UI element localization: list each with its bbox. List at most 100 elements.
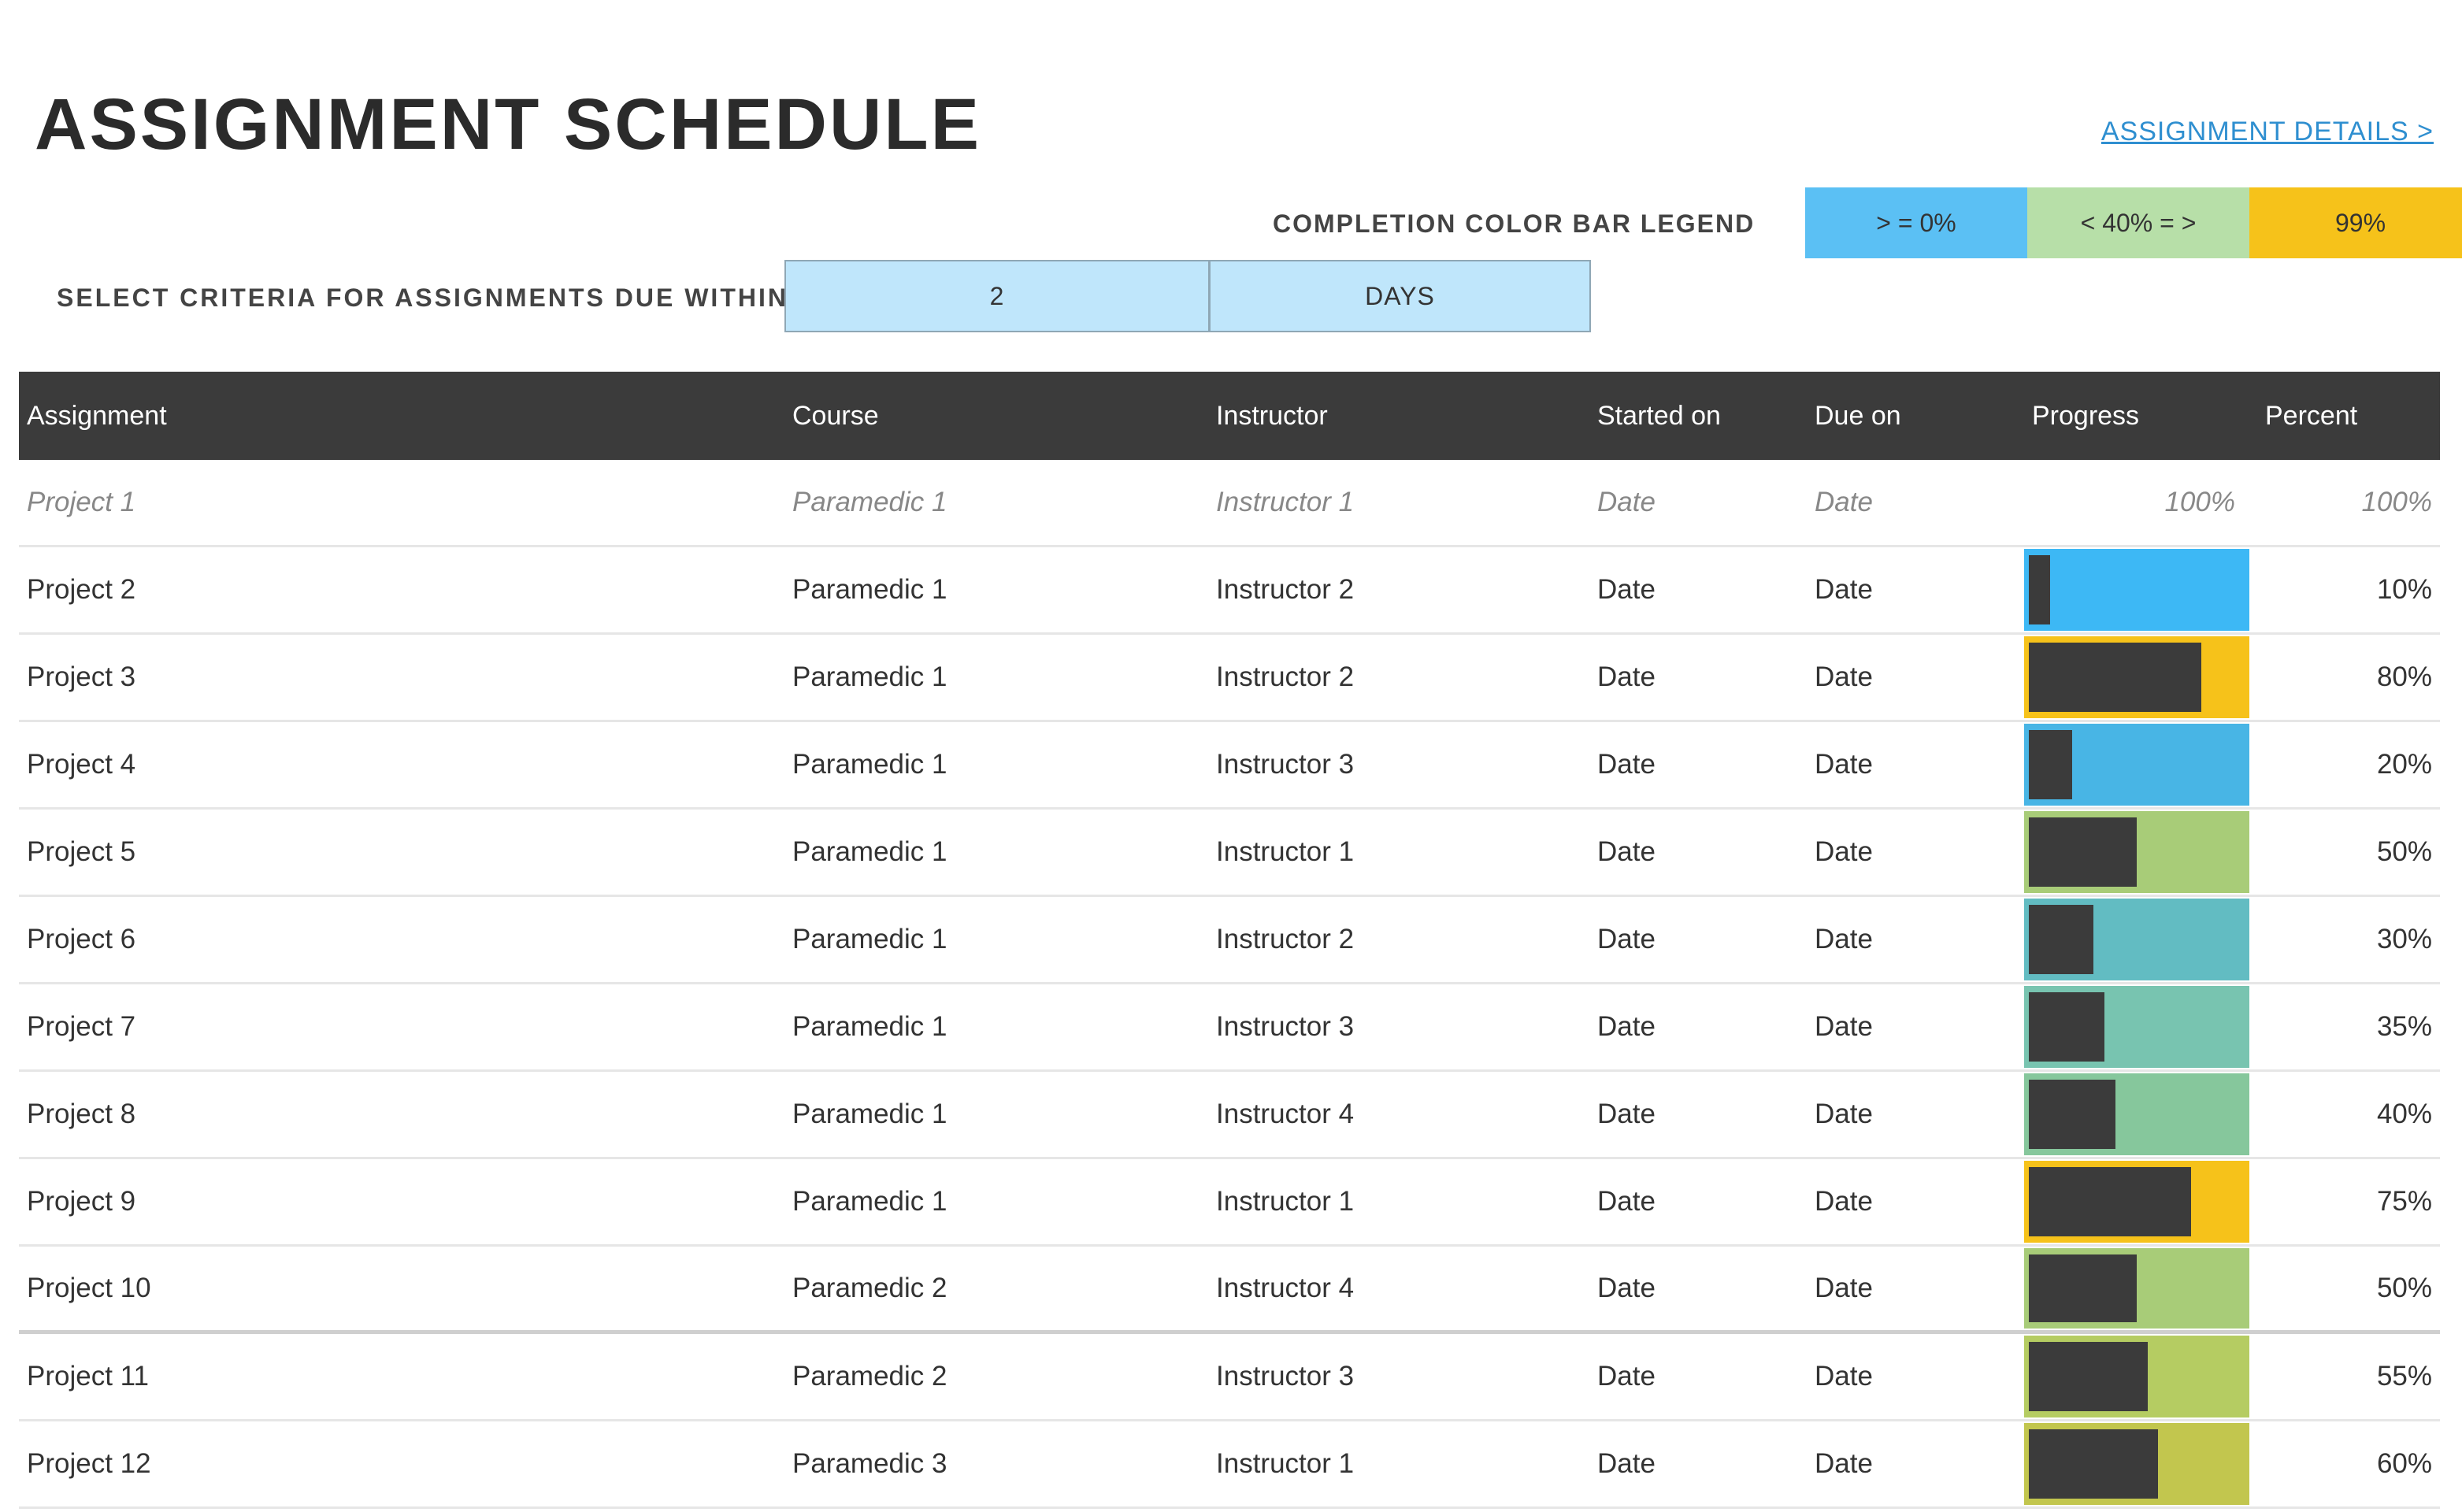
cell-course: Paramedic 1 — [792, 1099, 947, 1129]
completion-color-legend: > = 0% < 40% = > 99% — [1805, 187, 2462, 258]
cell-instructor: Instructor 1 — [1216, 1448, 1355, 1479]
cell-progress — [2024, 1421, 2249, 1506]
days-value-input[interactable]: 2 — [786, 261, 1211, 331]
header-instructor[interactable]: Instructor — [1208, 401, 1589, 432]
cell-started-on: Date — [1597, 1099, 1656, 1129]
table-row[interactable]: Project 11 Paramedic 2 Instructor 3 Date Dat… — [19, 1334, 2440, 1421]
progress-bar-track — [2024, 899, 2249, 980]
cell-instructor: Instructor 3 — [1216, 749, 1355, 780]
cell-progress — [2024, 897, 2249, 982]
progress-bar-fill — [2029, 1429, 2158, 1499]
cell-assignment: Project 9 — [27, 1186, 136, 1217]
progress-bar-track — [2024, 1248, 2249, 1329]
progress-bar-track — [2024, 724, 2249, 806]
cell-assignment: Project 4 — [27, 749, 136, 780]
cell-started-on: Date — [1597, 662, 1656, 692]
cell-course: Paramedic 1 — [792, 924, 947, 954]
cell-instructor: Instructor 1 — [1216, 1186, 1355, 1217]
table-row[interactable]: Project 5 Paramedic 1 Instructor 1 Date Date… — [19, 810, 2440, 897]
header-course[interactable]: Course — [784, 401, 1208, 432]
cell-course: Paramedic 1 — [792, 662, 947, 692]
cell-due-on: Date — [1815, 1448, 1873, 1479]
cell-due-on: Date — [1815, 574, 1873, 605]
header-assignment[interactable]: Assignment — [19, 401, 784, 432]
cell-instructor: Instructor 3 — [1216, 1361, 1355, 1392]
header-progress[interactable]: Progress — [2024, 401, 2249, 432]
cell-progress — [2024, 635, 2249, 720]
progress-bar-track — [2024, 986, 2249, 1068]
cell-assignment: Project 6 — [27, 924, 136, 954]
cell-assignment: Project 1 — [27, 487, 136, 517]
header-due-on[interactable]: Due on — [1807, 401, 2024, 432]
table-row[interactable]: Project 8 Paramedic 1 Instructor 4 Date Date… — [19, 1072, 2440, 1159]
cell-course: Paramedic 1 — [792, 749, 947, 780]
table-row[interactable]: Project 9 Paramedic 1 Instructor 1 Date Date… — [19, 1159, 2440, 1247]
progress-bar-fill — [2029, 643, 2201, 712]
cell-started-on: Date — [1597, 1448, 1656, 1479]
cell-percent: 35% — [2376, 1011, 2432, 1042]
page-title: ASSIGNMENT SCHEDULE — [35, 84, 981, 165]
cell-instructor: Instructor 2 — [1216, 924, 1355, 954]
cell-progress — [2024, 1159, 2249, 1244]
cell-progress — [2024, 984, 2249, 1069]
cell-course: Paramedic 2 — [792, 1361, 947, 1392]
cell-percent: 30% — [2376, 924, 2432, 954]
cell-due-on: Date — [1815, 836, 1873, 867]
cell-assignment: Project 5 — [27, 836, 136, 867]
cell-course: Paramedic 1 — [792, 574, 947, 605]
cell-started-on: Date — [1597, 1273, 1656, 1303]
sample-row[interactable]: Project 1 Paramedic 1 Instructor 1 Date … — [19, 460, 2440, 547]
cell-instructor: Instructor 3 — [1216, 1011, 1355, 1042]
progress-bar-fill — [2029, 1167, 2191, 1236]
cell-course: Paramedic 1 — [792, 1011, 947, 1042]
table-row[interactable]: Project 12 Paramedic 3 Instructor 1 Date Dat… — [19, 1421, 2440, 1509]
header-percent[interactable]: Percent — [2249, 401, 2440, 432]
cell-started-on: Date — [1597, 574, 1656, 605]
table-row[interactable]: Project 7 Paramedic 1 Instructor 3 Date Date… — [19, 984, 2440, 1072]
cell-percent: 20% — [2376, 749, 2432, 780]
assignment-details-link[interactable]: ASSIGNMENT DETAILS > — [2101, 117, 2434, 147]
table-row[interactable]: Project 2 Paramedic 1 Instructor 2 Date Date… — [19, 547, 2440, 635]
cell-progress — [2024, 1247, 2249, 1330]
cell-course: Paramedic 1 — [792, 1186, 947, 1217]
cell-percent: 80% — [2376, 662, 2432, 692]
table-row[interactable]: Project 3 Paramedic 1 Instructor 2 Date Date… — [19, 635, 2440, 722]
progress-bar-track — [2024, 1423, 2249, 1505]
cell-progress — [2024, 1072, 2249, 1157]
cell-percent: 40% — [2376, 1099, 2432, 1129]
cell-percent: 50% — [2376, 1273, 2432, 1303]
header-started-on[interactable]: Started on — [1589, 401, 1807, 432]
progress-bar-track — [2024, 1161, 2249, 1243]
legend-swatch-mid: < 40% = > — [2027, 187, 2249, 258]
progress-bar-fill — [2029, 1254, 2137, 1322]
progress-bar-fill — [2029, 992, 2104, 1062]
cell-percent: 55% — [2376, 1361, 2432, 1392]
cell-course: Paramedic 3 — [792, 1448, 947, 1479]
cell-due-on: Date — [1815, 487, 1873, 517]
progress-bar-track — [2024, 1336, 2249, 1418]
table-body: Project 2 Paramedic 1 Instructor 2 Date Date… — [19, 547, 2440, 1509]
cell-progress — [2024, 810, 2249, 895]
cell-assignment: Project 10 — [27, 1273, 151, 1303]
cell-started-on: Date — [1597, 924, 1656, 954]
worksheet: ASSIGNMENT SCHEDULE ASSIGNMENT DETAILS >… — [0, 0, 2462, 1512]
days-unit-label: DAYS — [1365, 281, 1435, 310]
cell-instructor: Instructor 4 — [1216, 1099, 1355, 1129]
cell-percent: 100% — [2361, 487, 2432, 517]
cell-due-on: Date — [1815, 1099, 1873, 1129]
cell-started-on: Date — [1597, 749, 1656, 780]
table-row[interactable]: Project 4 Paramedic 1 Instructor 3 Date Date… — [19, 722, 2440, 810]
cell-percent: 10% — [2376, 574, 2432, 605]
cell-due-on: Date — [1815, 1361, 1873, 1392]
cell-assignment: Project 3 — [27, 662, 136, 692]
cell-percent: 50% — [2376, 836, 2432, 867]
assignment-table: Assignment Course Instructor Started on … — [19, 372, 2440, 1509]
progress-bar-fill — [2029, 555, 2050, 624]
table-row[interactable]: Project 10 Paramedic 2 Instructor 4 Date Dat… — [19, 1247, 2440, 1334]
table-row[interactable]: Project 6 Paramedic 1 Instructor 2 Date Date… — [19, 897, 2440, 984]
cell-assignment: Project 2 — [27, 574, 136, 605]
progress-bar-track — [2024, 636, 2249, 718]
cell-started-on: Date — [1597, 1361, 1656, 1392]
table-header-row: Assignment Course Instructor Started on … — [19, 372, 2440, 460]
cell-course: Paramedic 2 — [792, 1273, 947, 1303]
